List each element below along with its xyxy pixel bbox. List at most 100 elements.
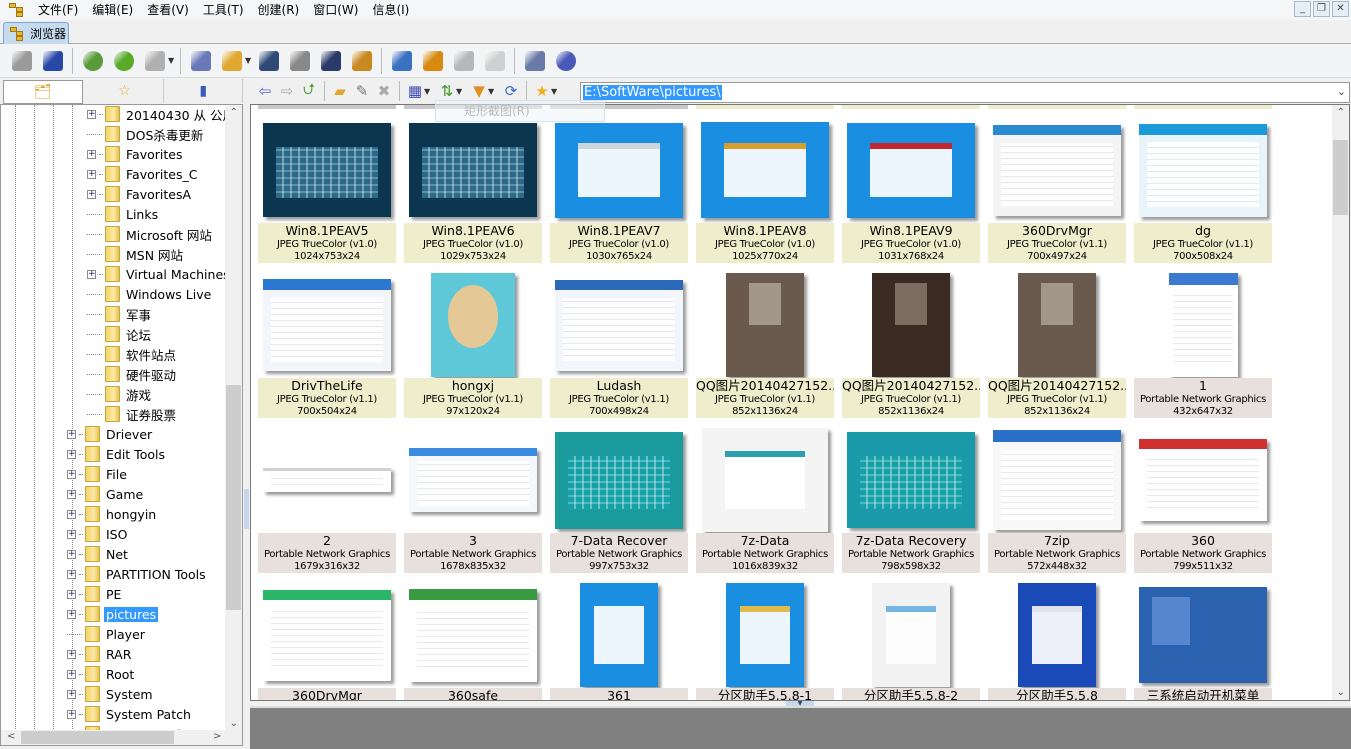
tree-node[interactable]: 证券股票 bbox=[87, 404, 178, 424]
rotate-left-button[interactable] bbox=[80, 48, 106, 74]
tree-node[interactable]: + Edit Tools bbox=[67, 444, 167, 464]
folders-tab[interactable]: 🗂 bbox=[3, 80, 83, 104]
tree-scroll-thumb[interactable] bbox=[226, 385, 241, 610]
contact-sheet-button[interactable] bbox=[482, 48, 508, 74]
tree-node[interactable]: + Virtual Machines bbox=[87, 264, 232, 284]
menu-item[interactable]: 工具(T) bbox=[196, 0, 251, 20]
menu-item[interactable]: 信息(I) bbox=[365, 0, 416, 20]
tree-node[interactable]: +20140430 从 公用的 bbox=[87, 105, 242, 124]
thumbnail-image[interactable] bbox=[726, 583, 804, 687]
tree-node[interactable]: + pictures bbox=[67, 604, 159, 624]
thumbnail-view-button[interactable]: ▦ bbox=[405, 81, 425, 101]
collapse-grip-icon[interactable] bbox=[244, 489, 249, 529]
thumbnail-image[interactable] bbox=[1139, 587, 1267, 683]
web-page-button[interactable] bbox=[451, 48, 477, 74]
expand-icon[interactable]: + bbox=[87, 189, 96, 199]
tree-node[interactable]: + System bbox=[67, 684, 155, 704]
thumbnail-image[interactable] bbox=[726, 273, 804, 377]
slideshow-button[interactable] bbox=[420, 48, 446, 74]
expand-icon[interactable]: + bbox=[67, 609, 76, 619]
scroll-down-icon[interactable]: ⌄ bbox=[230, 718, 238, 729]
tree-node[interactable]: + Root bbox=[67, 664, 136, 684]
thumbnail-image[interactable] bbox=[847, 122, 975, 218]
dropdown-arrow-icon[interactable]: ▼ bbox=[488, 87, 496, 96]
filter-button[interactable]: ▼ bbox=[469, 81, 489, 101]
menu-item[interactable]: 文件(F) bbox=[31, 0, 85, 20]
thumbnail-image[interactable] bbox=[1168, 273, 1238, 377]
thumbnail-image[interactable] bbox=[263, 589, 391, 681]
tree-node[interactable]: 软件站点 bbox=[87, 344, 178, 364]
expand-icon[interactable]: + bbox=[87, 269, 96, 279]
thumbnail-image[interactable] bbox=[1018, 583, 1096, 687]
tree-node[interactable]: + RAR bbox=[67, 644, 133, 664]
refresh-button[interactable]: ⟳ bbox=[501, 81, 521, 101]
tree-node[interactable]: + FavoritesA bbox=[87, 184, 193, 204]
dropdown-arrow-icon[interactable]: ▼ bbox=[456, 87, 464, 96]
dropdown-arrow-icon[interactable]: ▼ bbox=[551, 87, 559, 96]
expand-icon[interactable]: + bbox=[67, 649, 76, 659]
expand-icon[interactable]: + bbox=[87, 169, 96, 179]
expand-icon[interactable]: + bbox=[67, 549, 76, 559]
about-button[interactable] bbox=[553, 48, 579, 74]
thumbnail-image[interactable] bbox=[263, 468, 391, 492]
tree-node[interactable]: 游戏 bbox=[87, 384, 153, 404]
tree-node[interactable]: + PARTITION Tools bbox=[67, 564, 208, 584]
dropdown-arrow-icon[interactable]: ▼ bbox=[424, 87, 432, 96]
grid-scroll-thumb[interactable] bbox=[1333, 140, 1348, 215]
thumbnail-image[interactable] bbox=[409, 588, 537, 682]
dropdown-arrow-icon[interactable]: ▼ bbox=[168, 56, 176, 65]
thumbnail-image[interactable] bbox=[993, 430, 1121, 530]
expand-icon[interactable]: + bbox=[67, 509, 76, 519]
slideshow-export-button[interactable] bbox=[349, 48, 375, 74]
view-button[interactable] bbox=[9, 48, 35, 74]
tree-node[interactable]: + File bbox=[67, 464, 129, 484]
forward-arrow-button[interactable]: ⇨ bbox=[277, 81, 297, 101]
expand-icon[interactable]: + bbox=[67, 489, 76, 499]
tree-node[interactable]: Microsoft 网站 bbox=[87, 224, 214, 244]
tree-hscroll-thumb[interactable] bbox=[21, 731, 174, 744]
tree-node[interactable]: + ISO bbox=[67, 524, 129, 544]
expand-icon[interactable]: + bbox=[87, 149, 96, 159]
tree-node[interactable]: 硬件驱动 bbox=[87, 364, 178, 384]
thumbnail-image[interactable] bbox=[555, 122, 683, 218]
tree-node[interactable]: 军事 bbox=[87, 304, 153, 324]
thumbnail-image[interactable] bbox=[1139, 123, 1267, 217]
tree-node[interactable]: + Net bbox=[67, 544, 130, 564]
thumbnail-image[interactable] bbox=[702, 428, 828, 532]
properties-button[interactable] bbox=[188, 48, 214, 74]
new-folder-button[interactable]: ▰ bbox=[330, 81, 350, 101]
tree-node[interactable]: + System Patch bbox=[67, 704, 193, 724]
tab-browser[interactable]: 浏览器 bbox=[3, 22, 69, 44]
scroll-right-icon[interactable]: > bbox=[213, 731, 221, 742]
thumbnail-image[interactable] bbox=[555, 279, 683, 371]
sort-button[interactable]: ⇅ bbox=[437, 81, 457, 101]
menu-item[interactable]: 窗口(W) bbox=[306, 0, 365, 20]
thumbnail-image[interactable] bbox=[847, 432, 975, 528]
delete-button[interactable]: ✖ bbox=[374, 81, 394, 101]
tree-node[interactable]: DOS杀毒更新 bbox=[87, 124, 205, 144]
scroll-up-icon[interactable]: ⌃ bbox=[1337, 107, 1345, 118]
convert-button[interactable] bbox=[142, 48, 168, 74]
thumbnail-image[interactable] bbox=[409, 123, 537, 217]
tree-node[interactable]: Links bbox=[87, 204, 160, 224]
expand-icon[interactable]: + bbox=[67, 469, 76, 479]
menu-item[interactable]: 查看(V) bbox=[140, 0, 196, 20]
scanner-button[interactable] bbox=[318, 48, 344, 74]
thumbnail-image[interactable] bbox=[1018, 273, 1096, 377]
tree-node[interactable]: 论坛 bbox=[87, 324, 153, 344]
thumbnail-image[interactable] bbox=[993, 124, 1121, 216]
menu-item[interactable]: 创建(R) bbox=[251, 0, 307, 20]
minimize-button[interactable]: _ bbox=[1294, 1, 1311, 17]
tree-node[interactable]: + PE bbox=[67, 584, 123, 604]
menu-item[interactable]: 编辑(E) bbox=[85, 0, 140, 20]
thumbnail-image[interactable] bbox=[431, 273, 515, 377]
expand-icon[interactable]: + bbox=[67, 709, 76, 719]
tree-node[interactable]: MSN 网站 bbox=[87, 244, 185, 264]
scroll-up-icon[interactable]: ⌃ bbox=[230, 107, 238, 118]
scroll-left-icon[interactable]: < bbox=[7, 731, 15, 742]
back-arrow-button[interactable]: ⇦ bbox=[255, 81, 275, 101]
expand-icon[interactable]: + bbox=[87, 109, 96, 119]
tree-vertical-scrollbar[interactable]: ⌃ ⌄ bbox=[225, 105, 242, 731]
thumbnail-image[interactable] bbox=[872, 273, 950, 377]
tree-node[interactable]: + Favorites bbox=[87, 144, 184, 164]
